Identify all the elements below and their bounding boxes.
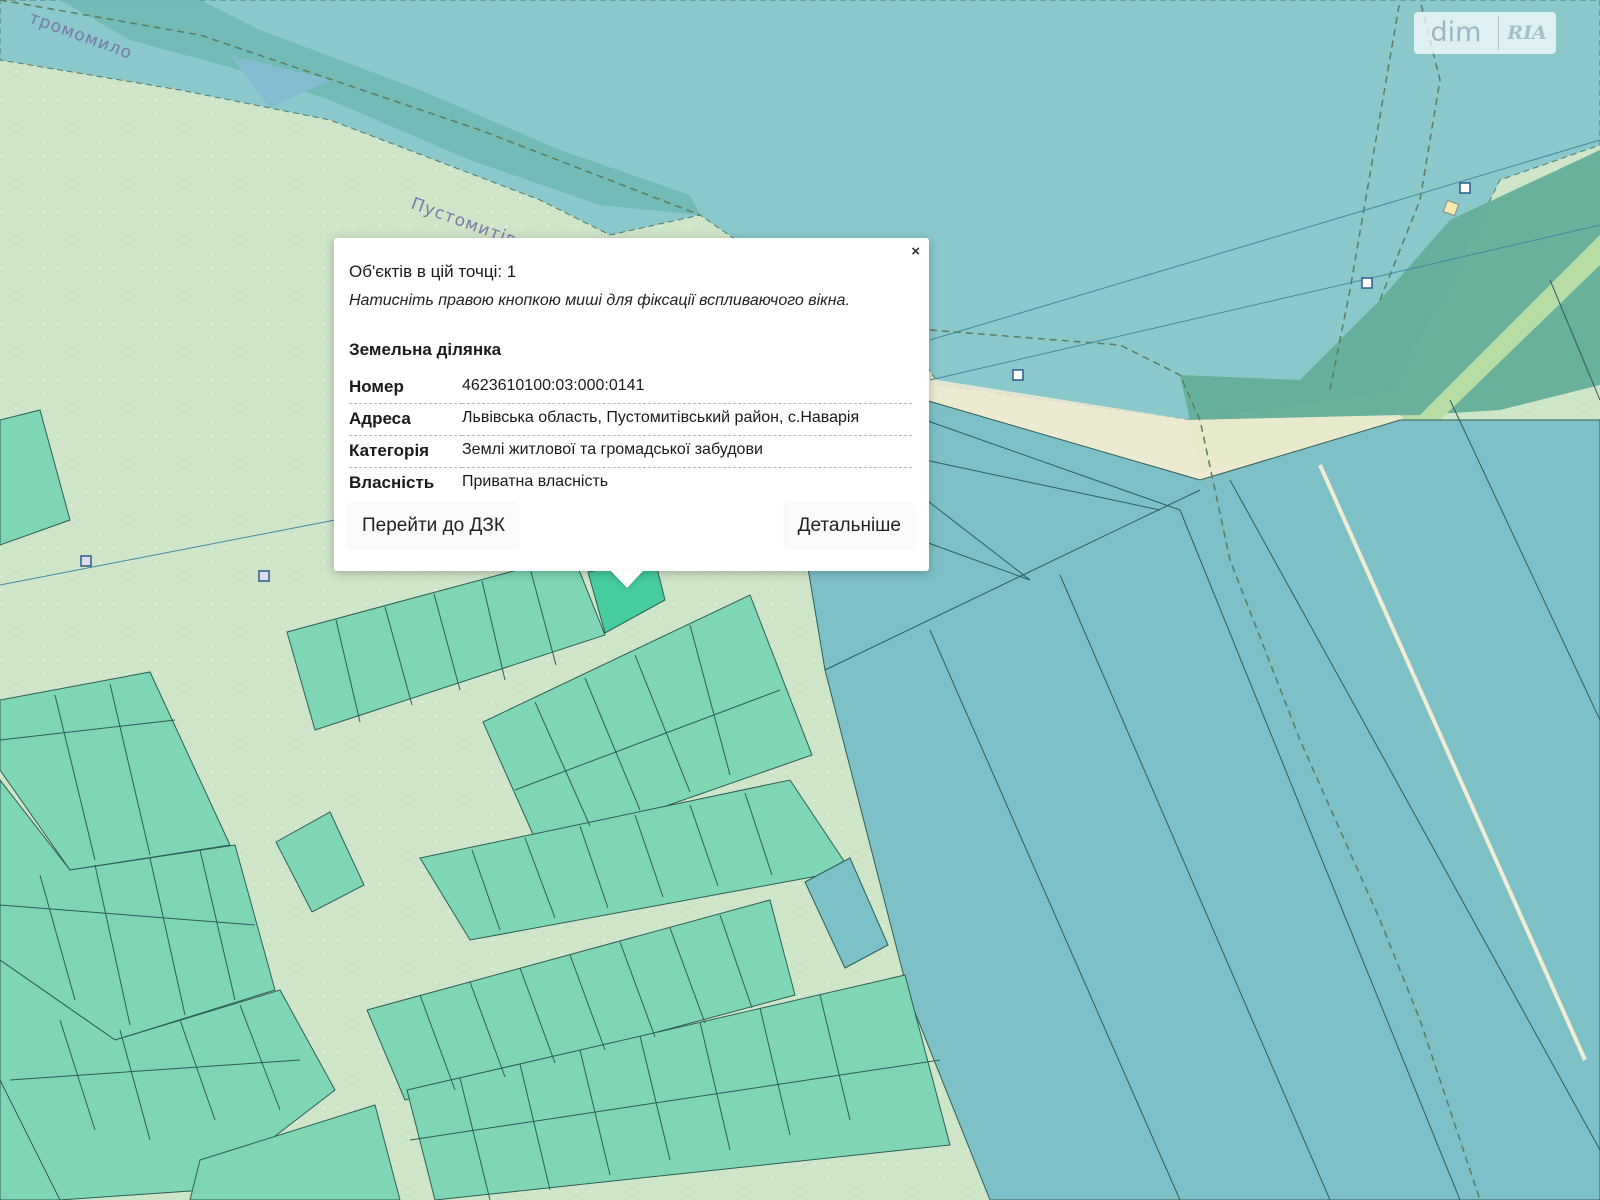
attribute-key: Категорія [349,435,462,468]
attribute-row: Адреса Львівська область, Пустомитівськи… [349,403,912,436]
attribute-value: Львівська область, Пустомитівський район… [462,403,912,436]
attribute-value: Землі житлової та громадської забудови [462,435,912,468]
goto-dzk-button[interactable]: Перейти до ДЗК [349,504,518,548]
attribute-value: Приватна власність [462,473,609,490]
details-button[interactable]: Детальніше [784,504,914,548]
objects-count: Об'єктів в цій точці: 1 [349,262,517,281]
popup-pointer [610,570,644,588]
dim-ria-watermark: dim RIA [1414,12,1556,54]
popup-actions: Перейти до ДЗК Детальніше [349,504,914,548]
watermark-dim-text: dim [1430,17,1482,48]
watermark-ria-logo: RIA [1507,22,1547,44]
attribute-key: Власність [349,473,435,492]
cadastral-map[interactable]: Пустомитів тромомило [0,0,1600,1200]
close-icon[interactable]: × [911,244,920,260]
attribute-row: Категорія Землі житлової та громадської … [349,435,912,468]
parcel-info-popup: × Об'єктів в цій точці: 1 Натисніть прав… [334,238,929,571]
popup-hint: Натисніть правою кнопкою миші для фіксац… [349,292,850,309]
attribute-key: Номер [349,372,462,404]
popup-heading: Земельна ділянка [349,340,502,359]
attribute-row: Власність Приватна власність [349,468,912,500]
attributes-table: Номер 4623610100:03:000:0141 Адреса Льві… [349,372,912,499]
attribute-value: 4623610100:03:000:0141 [462,372,912,404]
attribute-row: Номер 4623610100:03:000:0141 [349,372,912,404]
attribute-key: Адреса [349,403,462,436]
